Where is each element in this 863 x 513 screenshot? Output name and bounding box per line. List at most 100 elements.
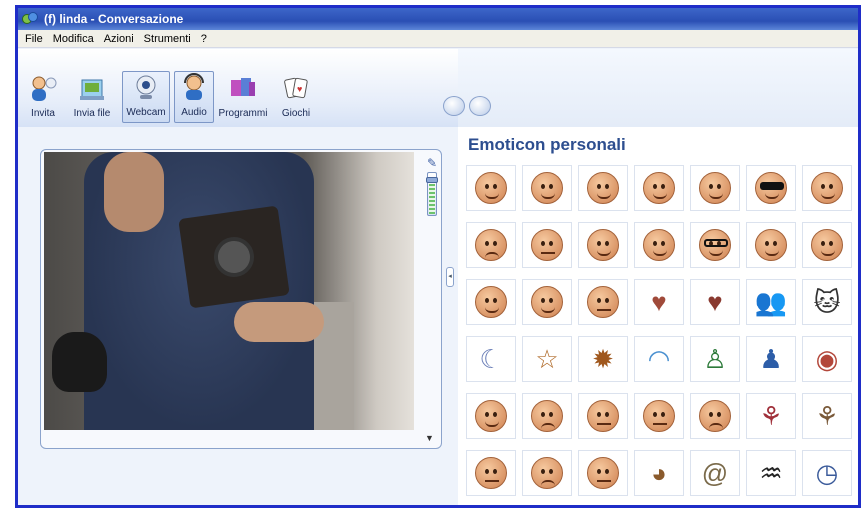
svg-text:♥: ♥ [297,84,302,94]
menu-azioni[interactable]: Azioni [99,33,139,45]
grin-face-icon [531,172,563,204]
volume-thumb[interactable] [426,177,438,183]
sleepy-face-icon [475,457,507,489]
emoticon-sick-face[interactable] [746,222,796,268]
emoticon-whisper-face[interactable] [466,279,516,325]
eye-roll-face-icon [587,286,619,318]
emoticon-worried-face[interactable] [578,393,628,439]
send-file-button[interactable]: Invia file [66,71,118,123]
emoticon-crying-face[interactable] [466,222,516,268]
emoticon-boy-hug[interactable]: ♙ [690,336,740,382]
messenger-buddy-icon [22,12,40,26]
emoticon-wink-face[interactable] [578,165,628,211]
invite-button[interactable]: Invita [22,71,64,123]
moon-icon: ☾ [479,344,503,374]
nerd-face-icon [699,229,731,261]
pen-icon[interactable]: ✎ [427,156,437,170]
emoticon-toggle-icon[interactable] [443,96,465,116]
emoticon-sunglasses-face[interactable] [746,165,796,211]
emoticon-sun[interactable]: ✹ [578,336,628,382]
emoticon-lips[interactable]: ◉ [802,336,852,382]
emoticon-wilted-rose[interactable]: ⚘ [802,393,852,439]
emoticon-confused-face[interactable] [522,222,572,268]
tongue-face-icon [699,172,731,204]
menu-bar: File Modifica Azioni Strumenti ? [18,30,858,48]
menu-file[interactable]: File [20,33,48,45]
programs-icon [227,74,259,104]
emoticon-eye-roll-face[interactable] [578,279,628,325]
menu-modifica[interactable]: Modifica [48,33,99,45]
menu-help[interactable]: ? [196,33,212,45]
emoticon-heart[interactable]: ♥ [634,279,684,325]
emoticon-embarrassed-face[interactable] [578,222,628,268]
emoticon-rose[interactable]: ⚘ [746,393,796,439]
games-icon: ♥ [280,74,312,104]
emoticon-clock[interactable]: ◷ [802,450,852,496]
menu-strumenti[interactable]: Strumenti [139,33,196,45]
webcam-video[interactable] [44,152,414,430]
emoticon-cat[interactable]: 🐱 [802,279,852,325]
teeth-face-icon [643,229,675,261]
volume-level [429,184,435,214]
backgrounds-toggle-icon[interactable] [469,96,491,116]
title-bar[interactable]: (f) linda - Conversazione [18,8,858,30]
panel-collapse-handle[interactable]: ◂ [446,267,454,287]
programs-button[interactable]: Programmi [216,71,270,123]
sun-icon: ✹ [592,344,614,374]
emoticon-angry-face[interactable] [802,165,852,211]
angry-face-icon [811,172,843,204]
emoticon-devil-face[interactable] [522,279,572,325]
emoticon-dog[interactable]: ◕ [634,450,684,496]
broken-heart-icon: ♥ [707,287,723,317]
snail-icon: @ [701,458,729,488]
webcam-panel: ✎ ▼ ◂ [18,127,458,505]
emoticon-nerd-face[interactable] [690,222,740,268]
embarrassed-face-icon [587,229,619,261]
emoticon-star[interactable]: ☆ [522,336,572,382]
emoticon-sheep[interactable]: ♒ [746,450,796,496]
emoticon-tongue-face[interactable] [690,165,740,211]
messenger-window: (f) linda - Conversazione File Modifica … [15,5,861,508]
friends-icon: 👥 [754,287,788,317]
audio-label: Audio [181,107,207,118]
emoticon-sarcastic-face[interactable] [578,450,628,496]
webcam-label: Webcam [126,107,166,118]
volume-slider[interactable] [426,172,438,216]
emoticon-smile-face[interactable] [466,165,516,211]
emoticon-panel: Emoticon personali ♥ ♥ 👥 🐱 ☾ ☆ ✹ ◠ ♙ ♟ ◉ ⚘ ⚘ ◕ @ ♒ ◷ [458,127,858,505]
smile-face-icon [475,400,507,432]
emoticon-girl-hug[interactable]: ♟ [746,336,796,382]
emoticon-disappointed-face[interactable] [522,450,572,496]
emoticon-grid: ♥ ♥ 👥 🐱 ☾ ☆ ✹ ◠ ♙ ♟ ◉ ⚘ ⚘ ◕ @ ♒ ◷ [464,161,858,505]
send-file-icon [76,74,108,104]
emoticon-party-face[interactable] [802,222,852,268]
audio-button[interactable]: Audio [174,71,214,123]
dropdown-arrow-icon[interactable]: ▼ [425,433,434,443]
sunglasses-face-icon [755,172,787,204]
emoticon-thinking-face[interactable] [634,393,684,439]
thinking-face-icon [643,400,675,432]
emoticon-moon[interactable]: ☾ [466,336,516,382]
smile-face-icon [475,172,507,204]
emoticon-teeth-face[interactable] [634,222,684,268]
clock-icon: ◷ [815,458,839,488]
emoticon-sad-face[interactable] [522,393,572,439]
emoticon-grin-face[interactable] [522,165,572,211]
webcam-button[interactable]: Webcam [122,71,170,123]
emoticon-friends[interactable]: 👥 [746,279,796,325]
rainbow-icon: ◠ [647,344,671,374]
sick-face-icon [755,229,787,261]
emoticon-sleepy-face[interactable] [466,450,516,496]
party-face-icon [811,229,843,261]
emoticon-surprised-face[interactable] [634,165,684,211]
wink-face-icon [587,172,619,204]
games-label: Giochi [281,108,311,119]
emoticon-snail[interactable]: @ [690,450,740,496]
emoticon-broken-heart[interactable]: ♥ [690,279,740,325]
webcam-frame: ✎ ▼ [40,149,442,449]
games-button[interactable]: ♥ Giochi [274,71,318,123]
emoticon-smile-face[interactable] [466,393,516,439]
emoticon-rainbow[interactable]: ◠ [634,336,684,382]
emoticon-frown-face[interactable] [690,393,740,439]
disappointed-face-icon [531,457,563,489]
